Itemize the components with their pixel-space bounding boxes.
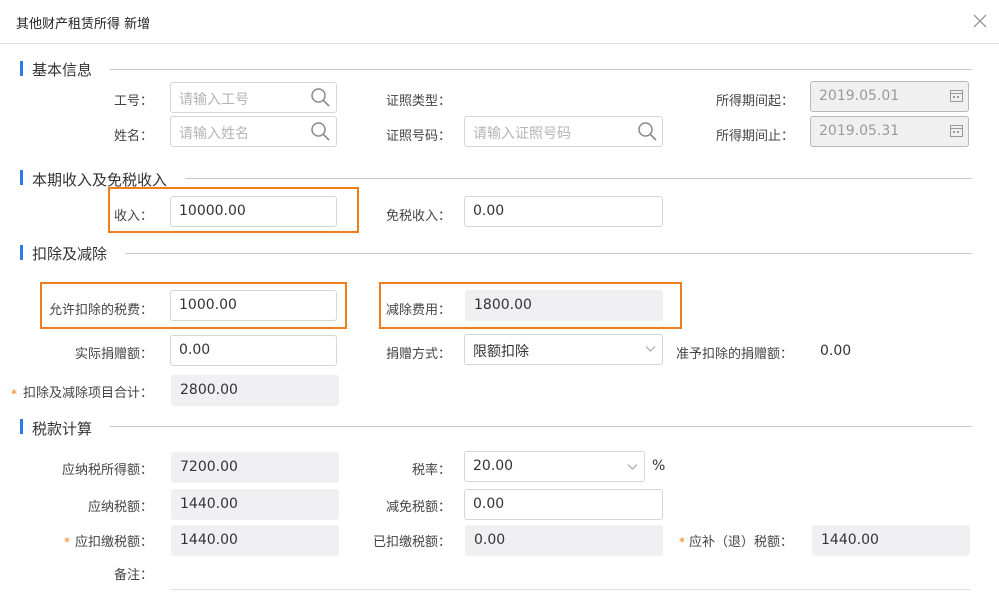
refund-tax-field: 1440.00 [812,525,970,556]
withheld-tax-value: 0.00 [474,532,506,548]
required-mark: * [64,535,70,549]
calendar-icon[interactable] [950,89,963,102]
chevron-down-icon[interactable] [627,463,638,471]
section-marker [20,245,23,260]
withhold-tax-field: 1440.00 [171,525,339,556]
section-divider [110,426,972,427]
section-title-tax: 税款计算 [32,420,93,438]
period-start-field[interactable]: 2019.05.01 [810,81,969,112]
tax-rate-label: 税率： [411,463,451,478]
section-marker [20,419,23,434]
tax-rate-select[interactable]: 20.00 [464,451,645,482]
income-label: 收入： [113,209,153,224]
donation-input[interactable]: 0.00 [170,335,337,366]
refund-tax-label: 应补（退）税额： [688,535,793,550]
tax-payable-value: 1440.00 [180,496,238,512]
required-mark: * [11,387,17,401]
emp-no-placeholder: 请输入工号 [179,92,249,108]
id-no-label: 证照号码： [385,129,451,144]
income-value: 10000.00 [179,203,246,219]
section-divider [125,253,972,254]
allowed-tax-label: 允许扣除的税费： [48,303,153,318]
donation-value: 0.00 [179,342,211,358]
exempt-income-label: 免税收入： [385,209,451,224]
tax-relief-value: 0.00 [473,496,505,512]
taxable-income-field: 7200.00 [171,452,339,483]
section-marker [20,170,23,185]
dialog-title: 其他财产租赁所得 新增 [16,17,151,32]
reduction-fee-value: 1800.00 [474,297,532,313]
tax-relief-input[interactable]: 0.00 [464,489,663,520]
section-marker [20,61,23,76]
section-title-basic: 基本信息 [32,61,93,79]
section-divider [110,69,972,70]
section-title-deduction: 扣除及减除 [32,245,108,263]
donation-method-label: 捐赠方式： [385,347,451,362]
name-label: 姓名： [113,129,153,144]
withhold-tax-label: 应扣缴税额： [74,535,153,550]
tax-rate-unit: % [652,458,666,474]
required-mark: * [679,535,685,549]
period-start-label: 所得期间起： [715,94,794,109]
withheld-tax-field: 0.00 [465,525,663,556]
chevron-down-icon[interactable] [645,345,656,353]
allowed-donation-label: 准予扣除的捐赠额： [675,347,793,362]
deduction-total-value: 2800.00 [180,382,238,398]
dialog-header: 其他财产租赁所得 新增 [0,0,999,44]
reduction-fee-field: 1800.00 [465,290,663,321]
reduction-fee-label: 减除费用： [385,303,451,318]
refund-tax-value: 1440.00 [821,532,879,548]
withheld-tax-label: 已扣缴税额： [372,535,451,550]
taxable-income-value: 7200.00 [180,459,238,475]
close-icon[interactable] [970,11,990,31]
withhold-tax-value: 1440.00 [180,532,238,548]
tax-rate-value: 20.00 [473,458,514,474]
donation-method-value: 限额扣除 [473,344,529,360]
allowed-tax-input[interactable]: 1000.00 [170,290,337,321]
deduction-total-field: 2800.00 [171,375,339,406]
income-input[interactable]: 10000.00 [170,196,337,227]
donation-label: 实际捐赠额： [74,347,153,362]
tax-relief-label: 减免税额： [385,500,451,515]
allowed-tax-value: 1000.00 [179,297,237,313]
emp-no-label: 工号： [113,94,153,109]
taxable-income-label: 应纳税所得额： [61,463,153,478]
period-end-value: 2019.05.31 [819,123,900,139]
search-icon[interactable] [637,121,658,142]
remark-label: 备注： [113,568,153,583]
search-icon[interactable] [310,87,331,108]
search-icon[interactable] [310,121,331,142]
period-start-value: 2019.05.01 [819,88,900,104]
id-no-placeholder: 请输入证照号码 [473,126,571,142]
exempt-income-value: 0.00 [473,203,505,219]
section-divider [185,178,972,179]
donation-method-select[interactable]: 限额扣除 [464,334,663,365]
id-no-input[interactable]: 请输入证照号码 [464,116,663,147]
tax-payable-field: 1440.00 [171,489,339,520]
calendar-icon[interactable] [950,124,963,137]
remark-field-edge[interactable] [170,589,970,590]
period-end-label: 所得期间止： [715,129,794,144]
name-placeholder: 请输入姓名 [179,126,249,142]
deduction-total-label: 扣除及减除项目合计： [22,386,153,401]
allowed-donation-value: 0.00 [820,343,852,359]
exempt-income-input[interactable]: 0.00 [464,196,663,227]
tax-payable-label: 应纳税额： [87,500,153,515]
period-end-field[interactable]: 2019.05.31 [810,116,969,147]
id-type-label: 证照类型： [385,94,451,109]
